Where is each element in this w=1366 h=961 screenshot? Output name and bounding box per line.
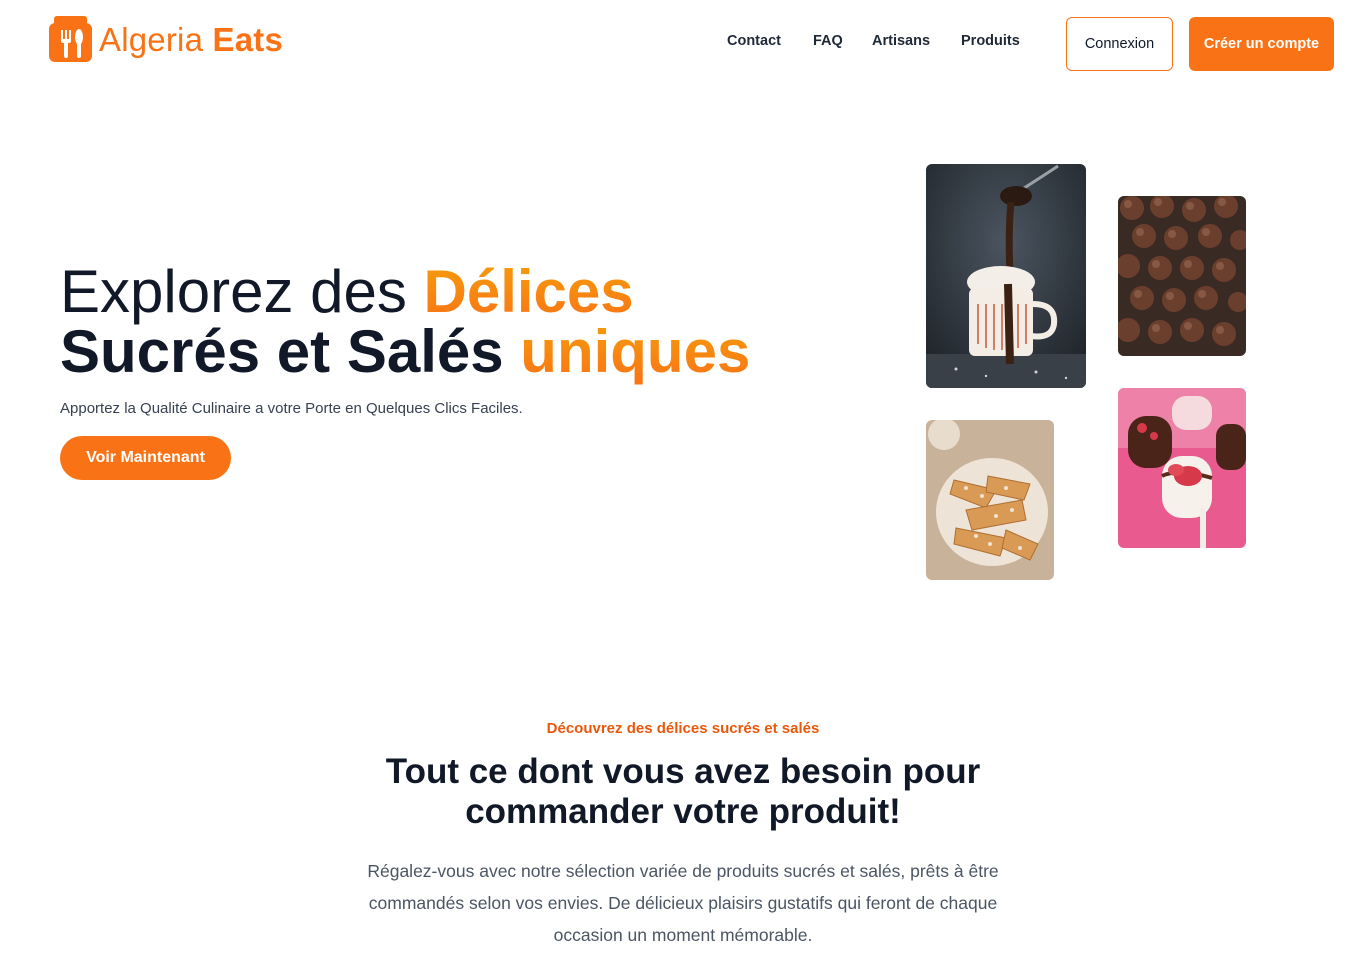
hero-title-line1: Explorez des Délices bbox=[60, 262, 820, 322]
nav-link-produits[interactable]: Produits bbox=[961, 33, 1020, 49]
nav-link-faq[interactable]: FAQ bbox=[813, 33, 843, 49]
utensils-bag-icon bbox=[48, 15, 93, 63]
hero-title-line2-plain: Sucrés et Salés bbox=[60, 318, 521, 385]
nav-link-artisans[interactable]: Artisans bbox=[872, 33, 930, 49]
hero-title-line1-plain: Explorez des bbox=[60, 258, 424, 325]
chocolate-truffles-photo bbox=[1118, 196, 1246, 356]
section-title: Tout ce dont vous avez besoin pour comma… bbox=[385, 752, 981, 831]
strawberry-cake-pops-photo bbox=[1118, 388, 1246, 548]
hero-subtitle: Apportez la Qualité Culinaire a votre Po… bbox=[60, 400, 523, 417]
brand-name: Algeria Eats bbox=[99, 23, 283, 56]
section-description: Régalez-vous avec notre sélection variée… bbox=[367, 861, 999, 945]
hero-title: Explorez des Délices Sucrés et Salés uni… bbox=[60, 262, 820, 382]
hot-chocolate-photo bbox=[926, 164, 1086, 388]
site-header: Algeria Eats Contact FAQ Artisans Produi… bbox=[0, 0, 1366, 86]
brand-name-strong: Eats bbox=[212, 20, 284, 58]
brand-logo[interactable]: Algeria Eats bbox=[48, 15, 283, 63]
hero-title-line2-accent: uniques bbox=[520, 318, 751, 385]
nav-link-contact[interactable]: Contact bbox=[727, 33, 781, 49]
fried-pastry-photo bbox=[926, 420, 1054, 580]
hero-title-line2: Sucrés et Salés uniques bbox=[60, 322, 820, 382]
brand-name-light: Algeria bbox=[99, 20, 204, 58]
view-now-button[interactable]: Voir Maintenant bbox=[60, 436, 231, 480]
login-button[interactable]: Connexion bbox=[1066, 17, 1173, 71]
hero-title-line1-accent: Délices bbox=[423, 258, 634, 325]
signup-button[interactable]: Créer un compte bbox=[1189, 17, 1334, 71]
section-eyebrow: Découvrez des délices sucrés et salés bbox=[546, 720, 820, 737]
